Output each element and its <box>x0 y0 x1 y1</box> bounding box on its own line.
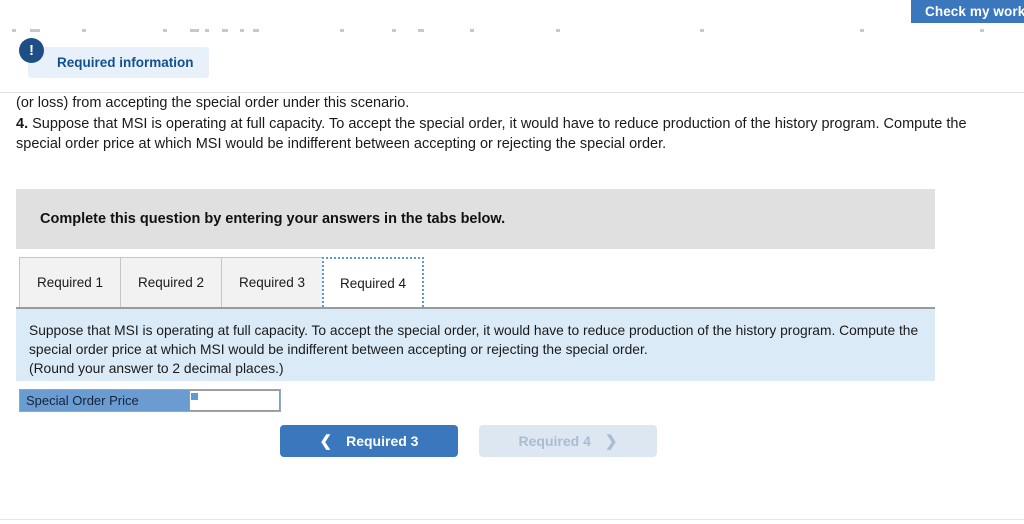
answer-row: Special Order Price <box>19 389 281 412</box>
chevron-right-icon: ❯ <box>604 432 618 450</box>
tab-required-4[interactable]: Required 4 <box>322 257 424 307</box>
instruction-bar: Complete this question by entering your … <box>16 189 935 249</box>
instruction-text: Complete this question by entering your … <box>40 211 506 227</box>
rounding-note: (Round your answer to 2 decimal places.) <box>29 361 284 376</box>
exclamation-icon: ! <box>19 38 44 63</box>
check-my-work-button[interactable]: Check my work <box>911 0 1024 23</box>
scrolled-text-remnant <box>0 29 1024 35</box>
special-order-price-label: Special Order Price <box>20 390 189 411</box>
question-number: 4. <box>16 115 29 132</box>
panel-body: Suppose that MSI is operating at full ca… <box>29 323 919 357</box>
question-main: 4. Suppose that MSI is operating at full… <box>16 114 976 155</box>
chevron-left-icon: ❮ <box>319 432 333 450</box>
prev-requirement-button[interactable]: ❮ Required 3 <box>280 425 458 457</box>
question-prompt: (or loss) from accepting the special ord… <box>16 93 976 155</box>
text-cursor-icon <box>191 393 198 400</box>
question-continued-line: (or loss) from accepting the special ord… <box>16 95 410 111</box>
requirement-tabs: Required 1 Required 2 Required 3 Require… <box>19 257 424 308</box>
special-order-price-cell[interactable] <box>189 390 280 411</box>
tab-required-1[interactable]: Required 1 <box>19 257 121 307</box>
required-information-pill: Required information <box>28 47 209 78</box>
next-requirement-button[interactable]: Required 4 ❯ <box>479 425 657 457</box>
tab-required-2[interactable]: Required 2 <box>120 257 222 307</box>
required-information-label: Required information <box>57 55 194 70</box>
answer-panel: Suppose that MSI is operating at full ca… <box>16 309 935 381</box>
question-text: Suppose that MSI is operating at full ca… <box>16 115 967 153</box>
special-order-price-input[interactable] <box>190 391 279 410</box>
tab-required-3[interactable]: Required 3 <box>221 257 323 307</box>
bottom-divider <box>0 519 1024 520</box>
prev-requirement-label: Required 3 <box>346 433 419 449</box>
next-requirement-label: Required 4 <box>518 433 591 449</box>
